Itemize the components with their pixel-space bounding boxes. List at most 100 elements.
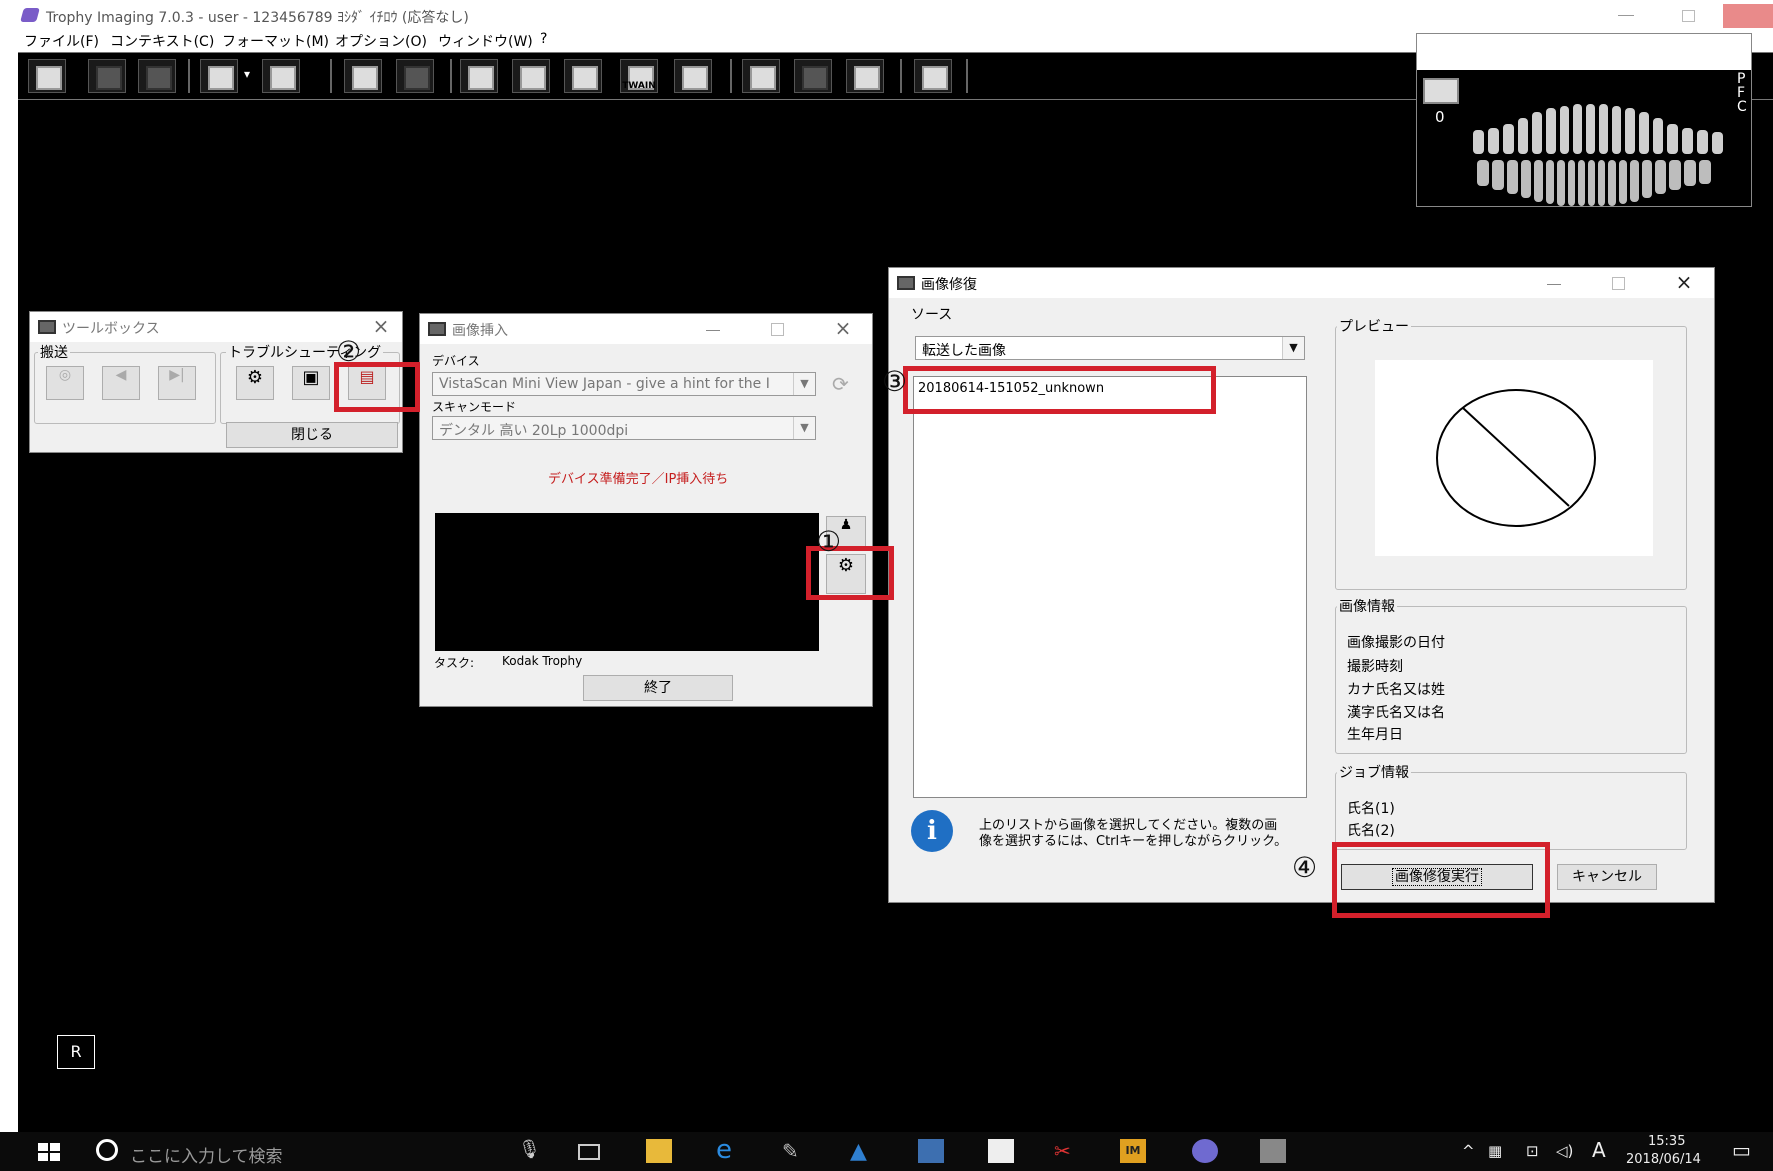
field-kanji-name: 漢字氏名又は名: [1347, 705, 1445, 721]
paint-icon[interactable]: ✎: [782, 1139, 808, 1163]
menu-options[interactable]: オプション(O): [335, 31, 427, 51]
close-icon[interactable]: ×: [370, 316, 392, 338]
clock-date[interactable]: 2018/06/14: [1626, 1152, 1701, 1167]
exit-icon[interactable]: [914, 59, 952, 93]
info-text-line2: 像を選択するには、Ctrlキーを押しながらクリック。: [979, 834, 1288, 849]
template-icon[interactable]: [138, 59, 176, 93]
eject-icon[interactable]: ◎: [46, 366, 84, 400]
annotation-step1: ①: [816, 525, 842, 558]
chevron-down-icon: ▼: [793, 417, 815, 439]
image-list[interactable]: 20180614-151052_unknown: [913, 376, 1307, 798]
acquire-thumb-icon[interactable]: [1423, 78, 1459, 104]
close-icon[interactable]: ×: [832, 318, 854, 340]
acquire-icon[interactable]: [28, 59, 66, 93]
toolbox-close-button[interactable]: 閉じる: [226, 422, 398, 448]
toolbox-title: ツールボックス: [62, 321, 160, 337]
scanner-icon[interactable]: [674, 59, 712, 93]
menu-help[interactable]: ?: [540, 31, 547, 47]
ime-indicator[interactable]: A: [1592, 1138, 1606, 1162]
sensor-icon[interactable]: [564, 59, 602, 93]
dropdown-arrow-icon[interactable]: ▾: [244, 67, 258, 85]
edit-icon[interactable]: [512, 59, 550, 93]
mail-icon[interactable]: [344, 59, 382, 93]
image-repair-dialog: 画像修復 × ソース 転送した画像 ▼ 20180614-151052_unkn…: [888, 267, 1715, 903]
device-status: デバイス準備完了／IP挿入待ち: [548, 472, 729, 487]
job-info-label: ジョブ情報: [1337, 762, 1411, 782]
maximize-button[interactable]: [1676, 6, 1700, 24]
insert-title: 画像挿入: [452, 323, 508, 339]
teeth-chart-icon[interactable]: [1469, 100, 1729, 212]
network-icon[interactable]: ⊡: [1526, 1142, 1539, 1160]
close-button[interactable]: [1723, 4, 1773, 28]
repair-title: 画像修復: [921, 277, 977, 293]
panoramic-icon[interactable]: [846, 59, 884, 93]
windows-start-icon[interactable]: [38, 1143, 60, 1161]
dialog-icon: [897, 276, 915, 290]
export-icon[interactable]: [396, 59, 434, 93]
scanmode-value: デンタル 高い 20Lp 1000dpi: [439, 423, 629, 439]
cortana-icon[interactable]: [96, 1139, 118, 1161]
source-value: 転送した画像: [922, 343, 1006, 359]
volume-icon[interactable]: ◁): [1556, 1142, 1573, 1160]
edge-browser-icon[interactable]: e: [716, 1137, 742, 1163]
minimize-button[interactable]: [702, 318, 724, 340]
grid-icon[interactable]: [262, 59, 300, 93]
cancel-button[interactable]: キャンセル: [1557, 864, 1657, 890]
screen-icon[interactable]: [794, 59, 832, 93]
search-input[interactable]: ここに入力して検索: [130, 1142, 283, 1167]
no-image-icon: [1436, 389, 1596, 527]
annotation-box-step3: [903, 366, 1216, 414]
field-birthdate: 生年月日: [1347, 727, 1403, 743]
menu-file[interactable]: ファイル(F): [24, 31, 99, 51]
field-capture-time: 撮影時刻: [1347, 659, 1403, 675]
toolbar-separator: [730, 59, 732, 93]
refresh-icon[interactable]: ⟳: [832, 372, 856, 396]
file-explorer-icon[interactable]: [646, 1139, 672, 1163]
maximize-button[interactable]: [1607, 272, 1629, 294]
import-icon[interactable]: [742, 59, 780, 93]
annotation-box-step4: [1332, 842, 1550, 918]
image-insert-dialog: 画像挿入 × デバイス VistaScan Mini View Japan - …: [419, 313, 873, 707]
close-icon[interactable]: ×: [1673, 272, 1695, 294]
end-button[interactable]: 終了: [583, 675, 733, 701]
layout-icon[interactable]: [88, 59, 126, 93]
app-tool-icon[interactable]: ✂: [1054, 1139, 1080, 1163]
previous-icon[interactable]: ◀: [102, 366, 140, 400]
scanmode-select[interactable]: デンタル 高い 20Lp 1000dpi ▼: [432, 416, 816, 440]
chevron-down-icon: ▼: [793, 373, 815, 395]
menu-format[interactable]: フォーマット(M): [222, 31, 329, 51]
microphone-icon[interactable]: 🎙: [518, 1139, 544, 1163]
menu-context[interactable]: コンテキスト(C): [110, 31, 214, 51]
trophy-app-icon[interactable]: [1192, 1139, 1218, 1163]
report-icon[interactable]: [460, 59, 498, 93]
chevron-up-icon[interactable]: ^: [1462, 1142, 1475, 1160]
maximize-button[interactable]: [766, 318, 788, 340]
source-label: ソース: [911, 307, 953, 323]
imaging-app-icon[interactable]: IM: [1120, 1139, 1146, 1163]
save-icon[interactable]: ▣: [292, 366, 330, 400]
clock-time[interactable]: 15:35: [1648, 1134, 1685, 1149]
app-photo-icon[interactable]: [988, 1139, 1014, 1163]
app-triangle-icon[interactable]: ▲: [850, 1139, 876, 1164]
notification-icon[interactable]: ▭: [1732, 1138, 1751, 1162]
minimize-button[interactable]: [1614, 6, 1638, 24]
source-select[interactable]: 転送した画像 ▼: [915, 336, 1305, 360]
task-view-icon[interactable]: [578, 1144, 600, 1160]
insert-titlebar: 画像挿入 ×: [420, 314, 872, 344]
device-select[interactable]: VistaScan Mini View Japan - give a hint …: [432, 372, 816, 396]
scanmode-label: スキャンモード: [432, 400, 517, 414]
menu-window[interactable]: ウィンドウ(W): [438, 31, 533, 51]
app-screen-icon[interactable]: [918, 1139, 944, 1163]
chevron-down-icon: ▼: [1282, 337, 1304, 359]
app-misc-icon[interactable]: [1260, 1139, 1286, 1163]
tray-app-icon[interactable]: ▦: [1488, 1142, 1502, 1160]
settings-gear-icon[interactable]: ⚙: [236, 366, 274, 400]
next-icon[interactable]: ▶|: [158, 366, 196, 400]
minimize-button[interactable]: [1543, 272, 1565, 294]
toolbar-separator: [966, 59, 968, 93]
dental-chart-panel[interactable]: 0 P F C: [1416, 33, 1752, 207]
arrange-icon[interactable]: [200, 59, 238, 93]
twain-icon[interactable]: TWAIN: [620, 59, 658, 93]
window-left-edge: [0, 52, 18, 1132]
panel-header: [1417, 34, 1751, 70]
